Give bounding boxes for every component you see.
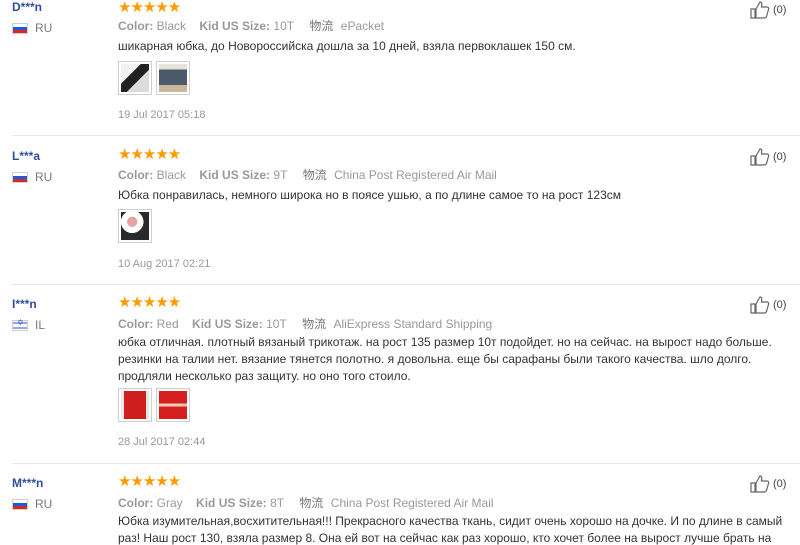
size-value: 10T <box>266 317 287 331</box>
russia-flag-icon <box>12 171 28 183</box>
reviewer-name[interactable]: L***a <box>12 149 40 163</box>
helpful-count: (0) <box>773 478 787 490</box>
size-label: Kid US Size: <box>192 317 263 331</box>
star-rating: ★★★★★ <box>118 146 181 163</box>
size-label: Kid US Size: <box>199 19 271 33</box>
russia-flag-icon <box>12 22 28 34</box>
review-photo[interactable] <box>156 388 190 422</box>
size-label: Kid US Size: <box>199 168 271 182</box>
order-attributes: Color: Black Kid US Size: 10T 物流 ePacket <box>118 17 384 34</box>
review-text: шикарная юбка, до Новороссийска дошла за… <box>118 39 576 53</box>
review-photo[interactable] <box>118 209 152 243</box>
divider <box>12 284 800 285</box>
shipping-value: ePacket <box>340 19 385 33</box>
review-photo[interactable] <box>156 61 190 95</box>
review-photo[interactable] <box>118 61 152 95</box>
divider <box>12 135 800 136</box>
review-date: 10 Aug 2017 02:21 <box>118 258 211 270</box>
size-label: Kid US Size: <box>196 496 267 510</box>
star-rating: ★★★★★ <box>118 294 181 311</box>
color-value: Gray <box>156 496 183 510</box>
helpful-button[interactable]: (0) <box>750 1 786 19</box>
review-text: Юбка изумительная,восхитительная!!! Прек… <box>118 514 783 545</box>
country-code: RU <box>35 497 53 511</box>
review-text: юбка отличная. плотный вязаный трикотаж.… <box>118 335 772 383</box>
helpful-count: (0) <box>773 4 787 16</box>
order-attributes: Color: Red Kid US Size: 10T 物流 AliExpres… <box>118 315 492 332</box>
star-rating: ★★★★★ <box>118 473 181 490</box>
color-value: Red <box>156 317 179 331</box>
helpful-button[interactable]: (0) <box>750 475 786 493</box>
thumbs-up-icon <box>750 148 770 166</box>
reviewer-country: RU <box>12 170 52 184</box>
russia-flag-icon <box>12 498 28 510</box>
color-value: Black <box>156 168 187 182</box>
logistics-label: 物流 <box>302 168 327 182</box>
size-value: 8T <box>270 496 285 510</box>
shipping-value: China Post Registered Air Mail <box>330 496 494 510</box>
thumbs-up-icon <box>750 1 770 19</box>
helpful-button[interactable]: (0) <box>750 148 786 166</box>
shipping-value: China Post Registered Air Mail <box>334 168 497 182</box>
color-label: Color: <box>118 496 154 510</box>
reviewer-name[interactable]: I***n <box>12 297 37 311</box>
helpful-button[interactable]: (0) <box>750 296 786 314</box>
review-photos <box>118 209 152 243</box>
reviewer-name[interactable]: M***n <box>12 476 43 490</box>
review-photo[interactable] <box>118 388 152 422</box>
helpful-count: (0) <box>773 299 787 311</box>
review-date: 28 Jul 2017 02:44 <box>118 436 206 448</box>
reviewer-country: RU <box>12 497 52 511</box>
color-value: Black <box>156 19 187 33</box>
color-label: Color: <box>118 168 154 182</box>
size-value: 10T <box>273 19 295 33</box>
logistics-label: 物流 <box>299 496 324 510</box>
divider <box>12 463 800 464</box>
thumbs-up-icon <box>750 475 770 493</box>
star-rating: ★★★★★ <box>118 0 181 16</box>
helpful-count: (0) <box>773 151 787 163</box>
color-label: Color: <box>118 317 154 331</box>
reviewer-country: RU <box>12 21 52 35</box>
size-value: 9T <box>273 168 288 182</box>
thumbs-up-icon <box>750 296 770 314</box>
order-attributes: Color: Gray Kid US Size: 8T 物流 China Pos… <box>118 494 494 511</box>
country-code: RU <box>35 21 53 35</box>
country-code: RU <box>35 170 53 184</box>
israel-flag-icon <box>12 318 28 331</box>
shipping-value: AliExpress Standard Shipping <box>333 317 493 331</box>
reviewer-name[interactable]: D***n <box>12 0 42 14</box>
logistics-label: 物流 <box>309 19 334 33</box>
reviewer-country: IL <box>12 318 45 332</box>
review-photos <box>118 388 190 422</box>
order-attributes: Color: Black Kid US Size: 9T 物流 China Po… <box>118 166 497 183</box>
review-photos <box>118 61 190 95</box>
country-code: IL <box>35 318 46 332</box>
logistics-label: 物流 <box>302 317 327 331</box>
review-date: 19 Jul 2017 05:18 <box>118 109 206 121</box>
color-label: Color: <box>118 19 154 33</box>
review-text: Юбка понравилась, немного широка но в по… <box>118 188 621 202</box>
